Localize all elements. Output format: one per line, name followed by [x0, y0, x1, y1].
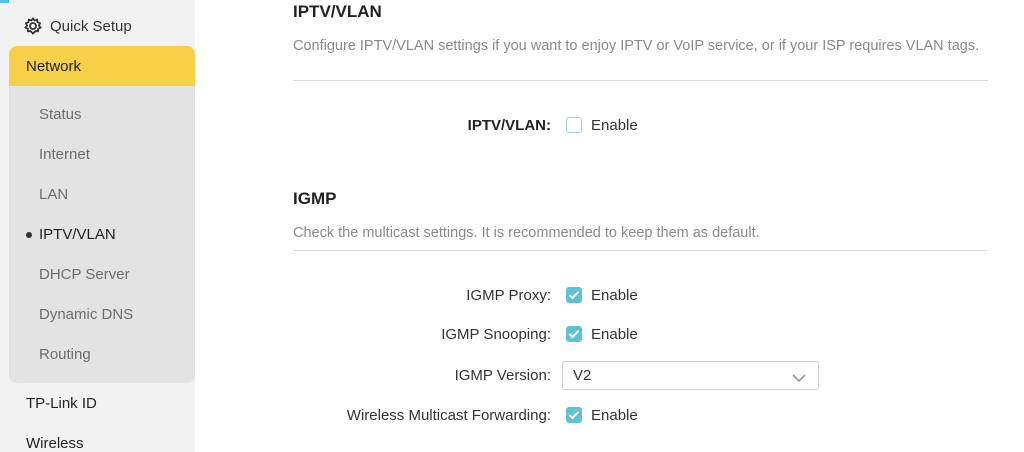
iptv-vlan-enable-label[interactable]: Enable [591, 117, 638, 134]
sidebar-item-lan[interactable]: LAN [39, 182, 68, 206]
wireless-multicast-forwarding-checkbox[interactable] [566, 407, 582, 423]
gear-icon [23, 16, 43, 36]
iptv-divider [293, 80, 988, 81]
sidebar-item-routing[interactable]: Routing [39, 342, 91, 366]
igmp-version-label: IGMP Version: [454, 367, 551, 384]
nav-network[interactable]: Network [9, 46, 195, 86]
igmp-proxy-enable-label[interactable]: Enable [591, 287, 638, 304]
accent-line [0, 0, 9, 3]
igmp-section-title: IGMP [293, 189, 337, 208]
iptv-vlan-label: IPTV/VLAN: [467, 117, 551, 134]
igmp-version-select[interactable]: V2 [562, 361, 819, 390]
igmp-divider [293, 250, 988, 251]
igmp-proxy-label: IGMP Proxy: [466, 287, 551, 304]
sidebar-item-iptv-vlan[interactable]: IPTV/VLAN [26, 222, 116, 246]
current-indicator-dot [26, 232, 32, 238]
igmp-snooping-enable-label[interactable]: Enable [591, 326, 638, 343]
network-submenu: Status Internet LAN IPTV/VLAN DHCP Serve… [9, 86, 195, 383]
iptv-vlan-checkbox[interactable] [566, 117, 582, 133]
nav-tplink-id-label: TP-Link ID [26, 394, 97, 412]
router-settings-page: Quick Setup Network Status Internet LAN … [0, 0, 1024, 452]
igmp-snooping-label: IGMP Snooping: [441, 326, 551, 343]
nav-tplink-id[interactable]: TP-Link ID [9, 383, 195, 423]
igmp-section-description: Check the multicast settings. It is reco… [293, 225, 760, 241]
sidebar-item-dynamic-dns[interactable]: Dynamic DNS [39, 302, 133, 326]
sidebar-item-label: Routing [39, 345, 91, 363]
iptv-section-title: IPTV/VLAN [293, 2, 382, 21]
chevron-down-icon [792, 370, 806, 383]
igmp-snooping-checkbox[interactable] [566, 326, 582, 342]
nav-network-label: Network [26, 57, 82, 75]
sidebar-item-internet[interactable]: Internet [39, 142, 90, 166]
igmp-version-value: V2 [573, 367, 592, 384]
check-icon [568, 291, 580, 300]
check-icon [568, 411, 580, 420]
sidebar-item-dhcp-server[interactable]: DHCP Server [39, 262, 130, 286]
nav-wireless[interactable]: Wireless [9, 423, 195, 452]
sidebar-item-label: Dynamic DNS [39, 305, 134, 323]
igmp-proxy-checkbox[interactable] [566, 287, 582, 303]
wireless-multicast-forwarding-enable-label[interactable]: Enable [591, 407, 638, 424]
nav-quick-setup-label: Quick Setup [50, 17, 132, 35]
sidebar-item-status[interactable]: Status [39, 102, 82, 126]
main-content: IPTV/VLAN Configure IPTV/VLAN settings i… [195, 0, 1024, 452]
sidebar-item-label: IPTV/VLAN [39, 225, 116, 243]
sidebar-item-label: Internet [39, 145, 90, 163]
check-icon [568, 330, 580, 339]
sidebar: Quick Setup Network Status Internet LAN … [0, 0, 195, 452]
sidebar-item-label: LAN [39, 185, 69, 203]
sidebar-item-label: DHCP Server [39, 265, 130, 283]
wireless-multicast-forwarding-label: Wireless Multicast Forwarding: [346, 407, 551, 424]
nav-wireless-label: Wireless [26, 434, 84, 452]
sidebar-item-label: Status [39, 105, 82, 123]
iptv-section-description: Configure IPTV/VLAN settings if you want… [293, 38, 980, 54]
nav-quick-setup[interactable]: Quick Setup [9, 6, 195, 46]
